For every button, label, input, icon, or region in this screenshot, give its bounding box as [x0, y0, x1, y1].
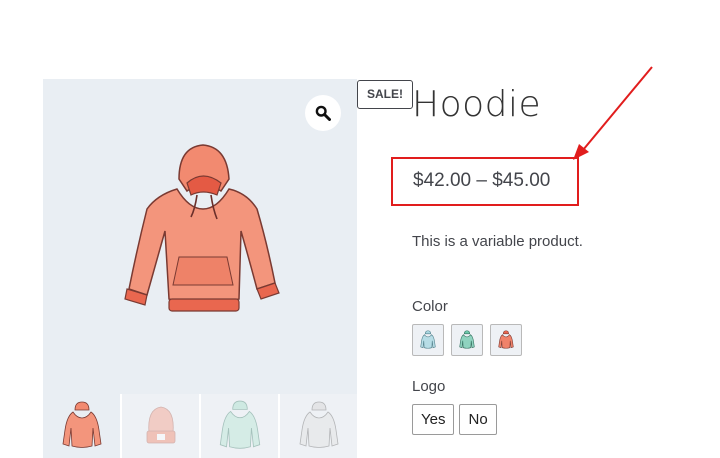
hoodie-swatch-icon — [459, 330, 475, 349]
product-gallery — [43, 79, 357, 394]
color-swatch-red[interactable] — [490, 324, 522, 356]
color-swatch-green[interactable] — [451, 324, 483, 356]
color-swatches — [412, 324, 522, 356]
magnifier-icon — [315, 105, 331, 121]
logo-options: Yes No — [412, 404, 497, 435]
product-description: This is a variable product. — [412, 233, 583, 250]
hoodie-thumb-icon — [62, 401, 101, 448]
hoodie-thumb-icon — [219, 400, 260, 449]
hoodie-swatch-icon — [498, 330, 514, 349]
beanie-thumb-icon — [146, 406, 175, 444]
thumbnail-hoodie-pink[interactable] — [43, 394, 120, 458]
color-label: Color — [412, 298, 448, 315]
thumbnail-hoodie-mint[interactable] — [201, 394, 278, 458]
logo-option-yes[interactable]: Yes — [412, 404, 455, 435]
thumbnail-beanie[interactable] — [122, 394, 199, 458]
product-title: Hoodie — [412, 84, 542, 125]
color-swatch-blue[interactable] — [412, 324, 444, 356]
product-price: $42.00 – $45.00 — [413, 170, 551, 191]
zoom-button[interactable] — [305, 95, 341, 131]
hoodie-thumb-icon — [299, 401, 338, 448]
thumbnail-hoodie-grey[interactable] — [280, 394, 357, 458]
logo-label: Logo — [412, 378, 446, 395]
sale-badge: SALE! — [357, 80, 413, 109]
hoodie-swatch-icon — [420, 330, 436, 349]
hoodie-image[interactable] — [117, 139, 287, 329]
thumbnail-strip — [43, 394, 357, 458]
logo-option-no[interactable]: No — [459, 404, 497, 435]
